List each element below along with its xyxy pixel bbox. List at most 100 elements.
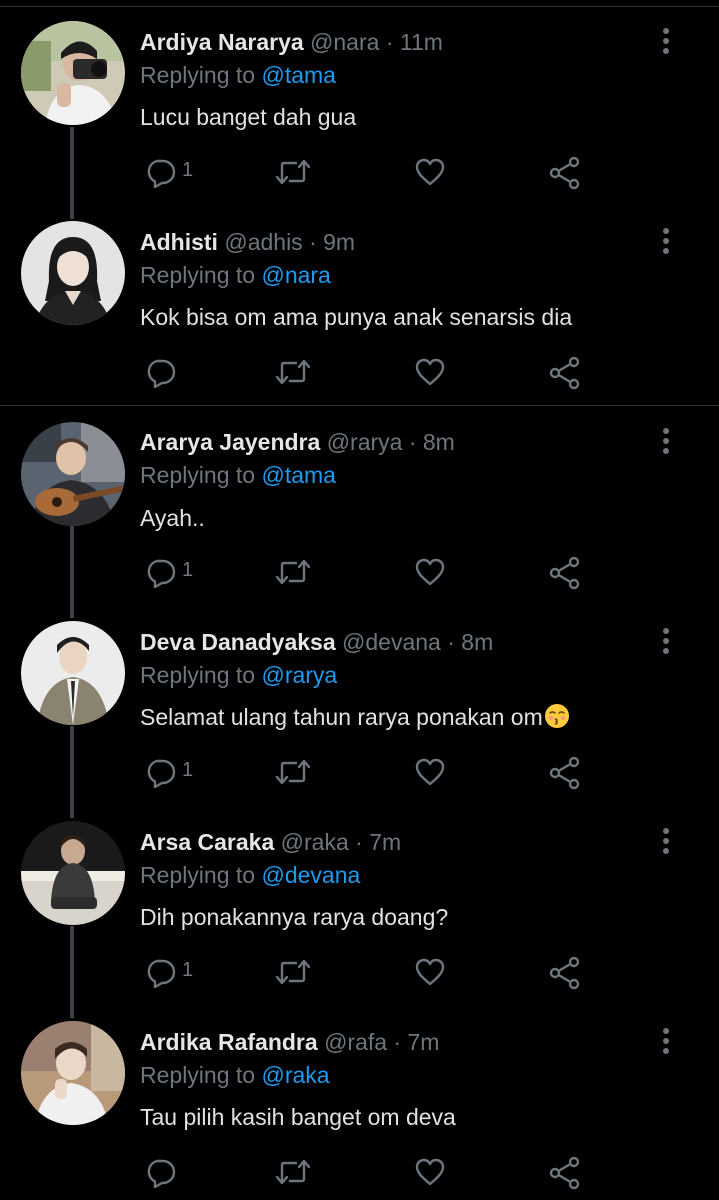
display-name[interactable]: Ararya Jayendra	[140, 429, 320, 455]
replying-to-mention[interactable]: @rarya	[261, 662, 337, 688]
tweet-header: Arsa Caraka @raka · 7m	[140, 828, 401, 856]
reply-icon	[147, 559, 176, 588]
more-options-icon[interactable]	[654, 1026, 678, 1056]
tweet-actions: 1	[140, 754, 600, 790]
display-name[interactable]: Ardiya Nararya	[140, 29, 304, 55]
reply-button[interactable]: 1	[144, 154, 204, 190]
replying-to: Replying to @raka	[140, 1061, 330, 1089]
replying-to-mention[interactable]: @raka	[261, 1062, 329, 1088]
reply-button[interactable]: 1	[144, 554, 204, 590]
user-handle[interactable]: @nara	[310, 29, 379, 55]
tweet-actions	[140, 354, 600, 390]
avatar[interactable]	[21, 821, 125, 925]
reply-button[interactable]: 1	[144, 754, 204, 790]
replying-to-mention[interactable]: @nara	[261, 262, 330, 288]
replying-to-mention[interactable]: @tama	[261, 462, 335, 488]
tweet-header: Ardiya Nararya @nara · 11m	[140, 28, 443, 56]
display-name[interactable]: Adhisti	[140, 229, 218, 255]
timestamp[interactable]: 9m	[323, 229, 355, 255]
retweet-icon	[275, 559, 311, 585]
more-options-icon[interactable]	[654, 426, 678, 456]
reply-icon	[147, 959, 176, 988]
like-button[interactable]	[414, 954, 448, 990]
display-name[interactable]: Ardika Rafandra	[140, 1029, 318, 1055]
retweet-button[interactable]	[274, 754, 314, 790]
user-handle[interactable]: @rafa	[324, 1029, 387, 1055]
display-name[interactable]: Deva Danadyaksa	[140, 629, 336, 655]
more-options-icon[interactable]	[654, 226, 678, 256]
replying-to: Replying to @tama	[140, 61, 336, 89]
user-handle[interactable]: @raka	[281, 829, 349, 855]
heart-icon	[415, 758, 445, 786]
like-button[interactable]	[414, 554, 448, 590]
tweet-text-content: Selamat ulang tahun rarya ponakan om	[140, 704, 543, 730]
tweet[interactable]: Arsa Caraka @raka · 7m Replying to @deva…	[0, 800, 719, 1000]
retweet-button[interactable]	[274, 554, 314, 590]
timestamp[interactable]: 7m	[369, 829, 401, 855]
reply-count: 1	[182, 559, 194, 581]
timestamp[interactable]: 11m	[400, 29, 443, 55]
share-button[interactable]	[548, 954, 584, 990]
user-handle[interactable]: @devana	[342, 629, 441, 655]
share-icon	[549, 756, 580, 790]
tweet-text: Ayah..	[140, 505, 205, 531]
avatar[interactable]	[21, 21, 125, 125]
tweet-text: Dih ponakannya rarya doang?	[140, 904, 449, 930]
display-name[interactable]: Arsa Caraka	[140, 829, 274, 855]
like-button[interactable]	[414, 1154, 448, 1190]
reply-button[interactable]: 1	[144, 954, 204, 990]
replying-to: Replying to @rarya	[140, 661, 337, 689]
replying-to: Replying to @tama	[140, 461, 336, 489]
more-options-icon[interactable]	[654, 26, 678, 56]
retweet-icon	[275, 1159, 311, 1185]
share-button[interactable]	[548, 1154, 584, 1190]
more-options-icon[interactable]	[654, 626, 678, 656]
reply-count: 1	[182, 759, 194, 781]
tweet[interactable]: Deva Danadyaksa @devana · 8m Replying to…	[0, 600, 719, 800]
avatar[interactable]	[21, 422, 125, 526]
tweet[interactable]: Adhisti @adhis · 9m Replying to @nara Ko…	[0, 200, 719, 400]
timestamp[interactable]: 8m	[423, 429, 455, 455]
retweet-button[interactable]	[274, 954, 314, 990]
replying-to-mention[interactable]: @tama	[261, 62, 335, 88]
separator-dot: ·	[408, 429, 417, 455]
tweet-text: Kok bisa om ama punya anak senarsis dia	[140, 304, 573, 330]
like-button[interactable]	[414, 754, 448, 790]
share-button[interactable]	[548, 354, 584, 390]
avatar-photo-suit	[21, 621, 125, 725]
tweet[interactable]: Ardika Rafandra @rafa · 7m Replying to @…	[0, 1000, 719, 1200]
reply-button[interactable]	[144, 354, 204, 390]
reply-count: 1	[182, 959, 194, 981]
more-options-icon[interactable]	[654, 826, 678, 856]
tweet-text: Lucu banget dah gua	[140, 104, 357, 130]
share-button[interactable]	[548, 754, 584, 790]
avatar[interactable]	[21, 621, 125, 725]
avatar-photo-camera	[21, 21, 125, 125]
replying-to: Replying to @nara	[140, 261, 331, 289]
like-button[interactable]	[414, 154, 448, 190]
retweet-button[interactable]	[274, 154, 314, 190]
share-button[interactable]	[548, 554, 584, 590]
timestamp[interactable]: 8m	[461, 629, 493, 655]
reply-button[interactable]	[144, 1154, 204, 1190]
user-handle[interactable]: @rarya	[327, 429, 403, 455]
tweet[interactable]: Ardiya Nararya @nara · 11m Replying to @…	[0, 0, 719, 200]
avatar[interactable]	[21, 1021, 125, 1125]
separator-dot: ·	[385, 29, 394, 55]
avatar[interactable]	[21, 221, 125, 325]
share-button[interactable]	[548, 154, 584, 190]
retweet-icon	[275, 159, 311, 185]
heart-icon	[415, 958, 445, 986]
timestamp[interactable]: 7m	[408, 1029, 440, 1055]
user-handle[interactable]: @adhis	[224, 229, 302, 255]
share-icon	[549, 356, 580, 390]
retweet-button[interactable]	[274, 354, 314, 390]
heart-icon	[415, 158, 445, 186]
tweet-actions: 1	[140, 154, 600, 190]
retweet-icon	[275, 959, 311, 985]
retweet-button[interactable]	[274, 1154, 314, 1190]
separator-dot: ·	[447, 629, 455, 655]
like-button[interactable]	[414, 354, 448, 390]
replying-to-mention[interactable]: @devana	[261, 862, 360, 888]
tweet[interactable]: Ararya Jayendra @rarya · 8m Replying to …	[0, 405, 719, 606]
